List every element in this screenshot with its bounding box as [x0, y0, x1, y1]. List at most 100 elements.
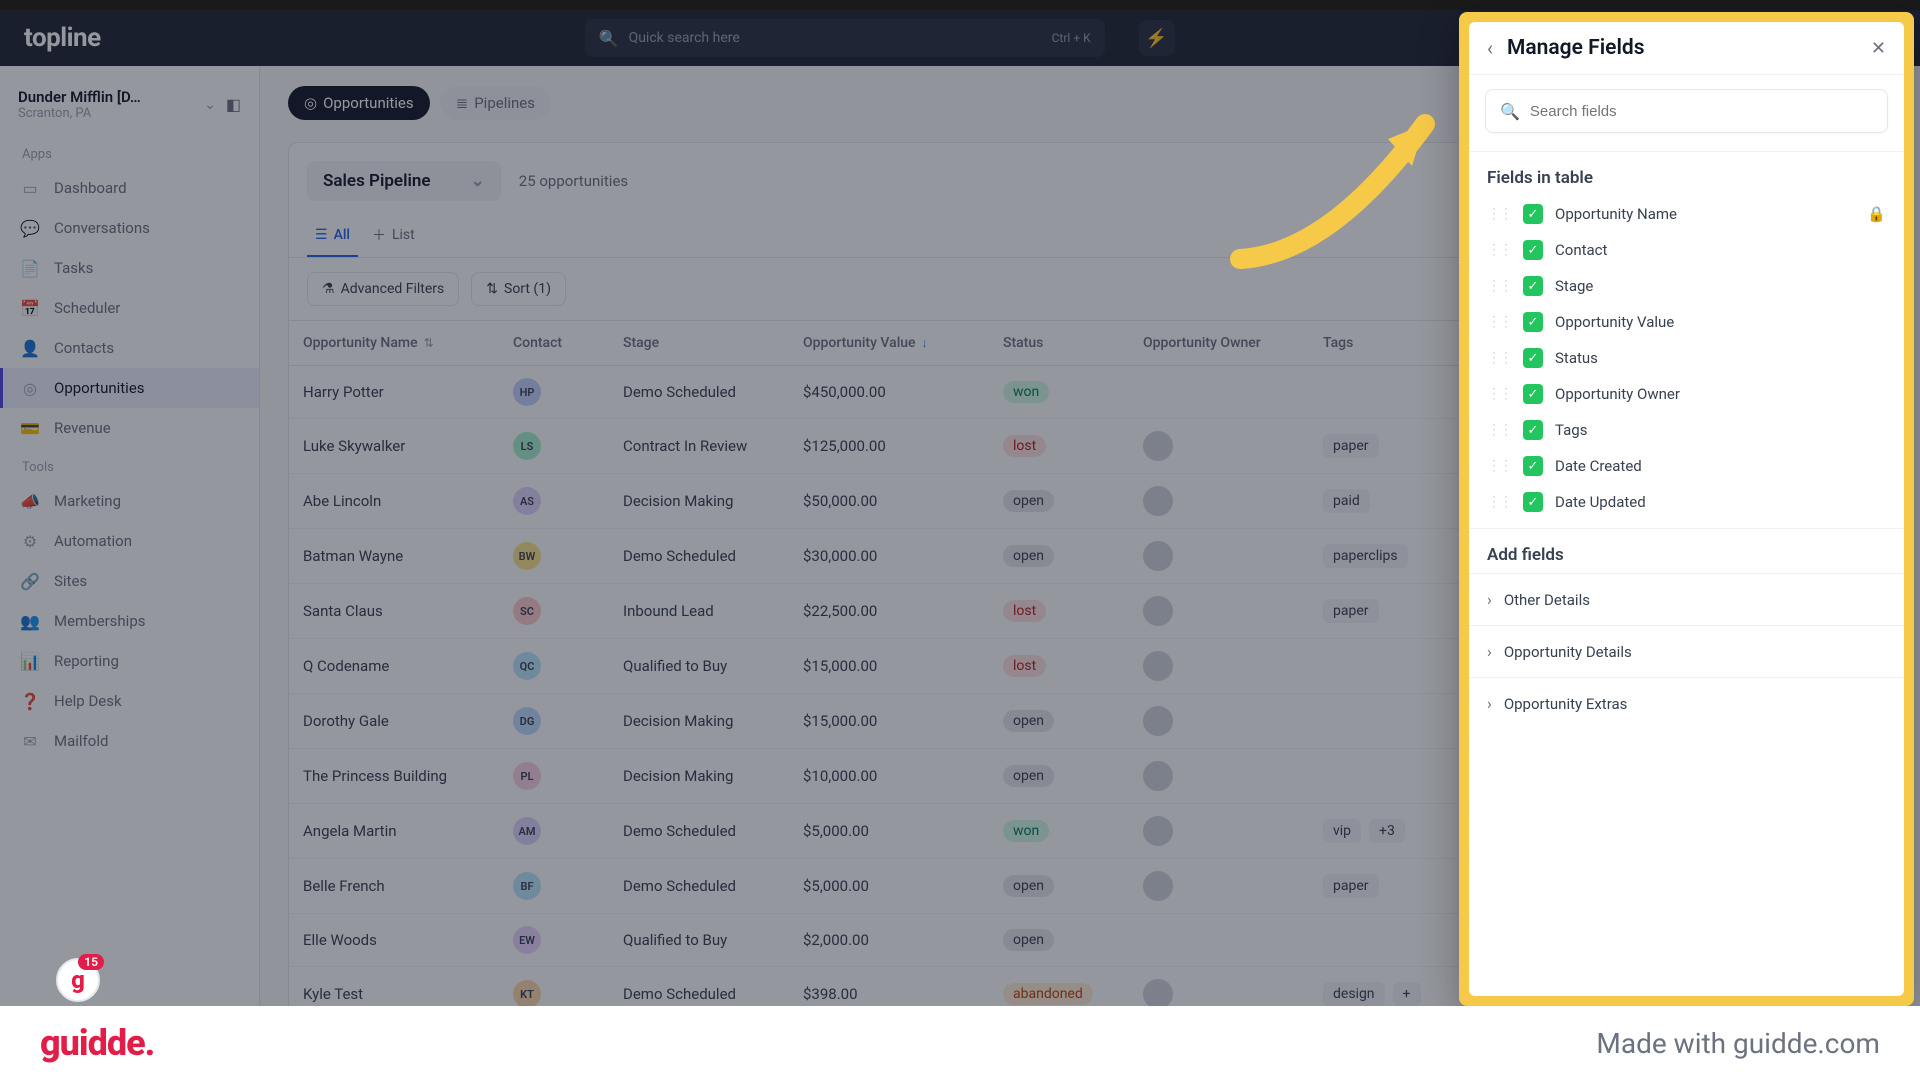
view-tab-all[interactable]: ☰All: [307, 215, 358, 257]
contact-avatar: BF: [513, 872, 541, 900]
search-icon: 🔍: [1500, 102, 1520, 121]
cell-name: Luke Skywalker: [289, 425, 499, 467]
add-group-row[interactable]: ›Opportunity Details: [1469, 625, 1904, 677]
drag-handle-icon[interactable]: ⋮⋮: [1487, 314, 1511, 330]
cell-value: $50,000.00: [789, 480, 989, 522]
owner-avatar: [1143, 431, 1173, 461]
th-name[interactable]: Opportunity Name⇅: [289, 321, 499, 365]
advanced-filters-button[interactable]: ⚗Advanced Filters: [307, 272, 459, 306]
checkbox-checked-icon[interactable]: ✓: [1523, 204, 1543, 224]
checkbox-checked-icon[interactable]: ✓: [1523, 420, 1543, 440]
th-status[interactable]: Status: [989, 321, 1129, 365]
owner-avatar: [1143, 651, 1173, 681]
cell-stage: Qualified to Buy: [609, 919, 789, 961]
status-badge: open: [1003, 710, 1054, 732]
nav-label: Opportunities: [54, 379, 145, 397]
back-icon[interactable]: ‹: [1487, 36, 1493, 60]
sort-button[interactable]: ⇅Sort (1): [471, 272, 566, 306]
sidebar-item-scheduler[interactable]: 📅Scheduler: [0, 288, 259, 328]
cell-contact: AM: [499, 805, 609, 857]
drag-handle-icon[interactable]: ⋮⋮: [1487, 422, 1511, 438]
sidebar-collapse-icon[interactable]: ◧: [226, 95, 241, 114]
contact-avatar: QC: [513, 652, 541, 680]
drag-handle-icon[interactable]: ⋮⋮: [1487, 458, 1511, 474]
pipeline-select[interactable]: Sales Pipeline ⌄: [307, 161, 501, 201]
th-contact[interactable]: Contact: [499, 321, 609, 365]
owner-avatar: [1143, 706, 1173, 736]
field-row[interactable]: ⋮⋮ ✓ Opportunity Owner: [1469, 376, 1904, 412]
th-value[interactable]: Opportunity Value↓: [789, 321, 989, 365]
sidebar-item-conversations[interactable]: 💬Conversations: [0, 208, 259, 248]
checkbox-checked-icon[interactable]: ✓: [1523, 384, 1543, 404]
guidde-badge[interactable]: g 15: [56, 958, 100, 1002]
tab-opportunities[interactable]: ◎Opportunities: [288, 86, 430, 120]
global-search[interactable]: 🔍 Quick search here Ctrl + K: [585, 19, 1105, 57]
drag-handle-icon[interactable]: ⋮⋮: [1487, 494, 1511, 510]
chevron-right-icon: ›: [1487, 694, 1492, 713]
sidebar-item-help-desk[interactable]: ❓Help Desk: [0, 681, 259, 721]
sidebar-item-sites[interactable]: 🔗Sites: [0, 561, 259, 601]
view-tab-add-list[interactable]: ＋List: [364, 215, 423, 257]
sidebar-item-marketing[interactable]: 📣Marketing: [0, 481, 259, 521]
cell-stage: Decision Making: [609, 700, 789, 742]
contact-avatar: EW: [513, 926, 541, 954]
tag-more: +3: [1369, 819, 1405, 843]
org-switcher[interactable]: Dunder Mifflin [D… Scranton, PA ⌄ ◧: [0, 82, 259, 135]
field-row[interactable]: ⋮⋮ ✓ Date Created: [1469, 448, 1904, 484]
sidebar-item-mailfold[interactable]: ✉Mailfold: [0, 721, 259, 761]
add-group-row[interactable]: ›Opportunity Extras: [1469, 677, 1904, 729]
checkbox-checked-icon[interactable]: ✓: [1523, 348, 1543, 368]
field-row[interactable]: ⋮⋮ ✓ Stage: [1469, 268, 1904, 304]
cell-tags: [1309, 764, 1429, 788]
org-name: Dunder Mifflin [D…: [18, 88, 194, 106]
sidebar-item-tasks[interactable]: 📄Tasks: [0, 248, 259, 288]
contact-avatar: SC: [513, 597, 541, 625]
sidebar-item-revenue[interactable]: 💳Revenue: [0, 408, 259, 448]
drag-handle-icon[interactable]: ⋮⋮: [1487, 206, 1511, 222]
checkbox-checked-icon[interactable]: ✓: [1523, 312, 1543, 332]
sidebar-item-dashboard[interactable]: ▭Dashboard: [0, 168, 259, 208]
field-row[interactable]: ⋮⋮ ✓ Tags: [1469, 412, 1904, 448]
drag-handle-icon[interactable]: ⋮⋮: [1487, 278, 1511, 294]
status-badge: won: [1003, 381, 1049, 403]
cell-status: open: [989, 698, 1129, 744]
target-icon: ◎: [304, 94, 317, 112]
sidebar-item-reporting[interactable]: 📊Reporting: [0, 641, 259, 681]
checkbox-checked-icon[interactable]: ✓: [1523, 276, 1543, 296]
field-row[interactable]: ⋮⋮ ✓ Opportunity Value: [1469, 304, 1904, 340]
drag-handle-icon[interactable]: ⋮⋮: [1487, 386, 1511, 402]
close-icon[interactable]: ✕: [1871, 38, 1886, 59]
drag-handle-icon[interactable]: ⋮⋮: [1487, 350, 1511, 366]
checkbox-checked-icon[interactable]: ✓: [1523, 240, 1543, 260]
cell-stage: Demo Scheduled: [609, 810, 789, 852]
tab-pipelines[interactable]: ≣Pipelines: [440, 86, 551, 120]
drag-handle-icon[interactable]: ⋮⋮: [1487, 242, 1511, 258]
status-badge: lost: [1003, 600, 1046, 622]
field-row[interactable]: ⋮⋮ ✓ Contact: [1469, 232, 1904, 268]
sidebar-item-opportunities[interactable]: ◎Opportunities: [0, 368, 259, 408]
th-stage[interactable]: Stage: [609, 321, 789, 365]
owner-avatar: [1143, 816, 1173, 846]
add-group-label: Other Details: [1504, 591, 1590, 609]
checkbox-checked-icon[interactable]: ✓: [1523, 492, 1543, 512]
tag: paid: [1323, 489, 1370, 513]
bolt-button[interactable]: ⚡: [1139, 20, 1175, 56]
fields-search-input[interactable]: [1530, 103, 1873, 120]
cell-owner: [1129, 474, 1309, 528]
th-tags[interactable]: Tags: [1309, 321, 1429, 365]
sidebar-item-memberships[interactable]: 👥Memberships: [0, 601, 259, 641]
sidebar-item-contacts[interactable]: 👤Contacts: [0, 328, 259, 368]
cell-name: Belle French: [289, 865, 499, 907]
checkbox-checked-icon[interactable]: ✓: [1523, 456, 1543, 476]
field-row[interactable]: ⋮⋮ ✓ Status: [1469, 340, 1904, 376]
fields-search[interactable]: 🔍: [1485, 89, 1888, 133]
field-label: Date Updated: [1555, 493, 1886, 511]
th-owner[interactable]: Opportunity Owner: [1129, 321, 1309, 365]
field-row[interactable]: ⋮⋮ ✓ Date Updated: [1469, 484, 1904, 520]
cell-tags: paid: [1309, 477, 1429, 525]
add-group-row[interactable]: ›Other Details: [1469, 573, 1904, 625]
cell-tags: paper: [1309, 587, 1429, 635]
sidebar-item-automation[interactable]: ⚙Automation: [0, 521, 259, 561]
status-badge: abandoned: [1003, 983, 1093, 1005]
field-row[interactable]: ⋮⋮ ✓ Opportunity Name 🔒: [1469, 196, 1904, 232]
